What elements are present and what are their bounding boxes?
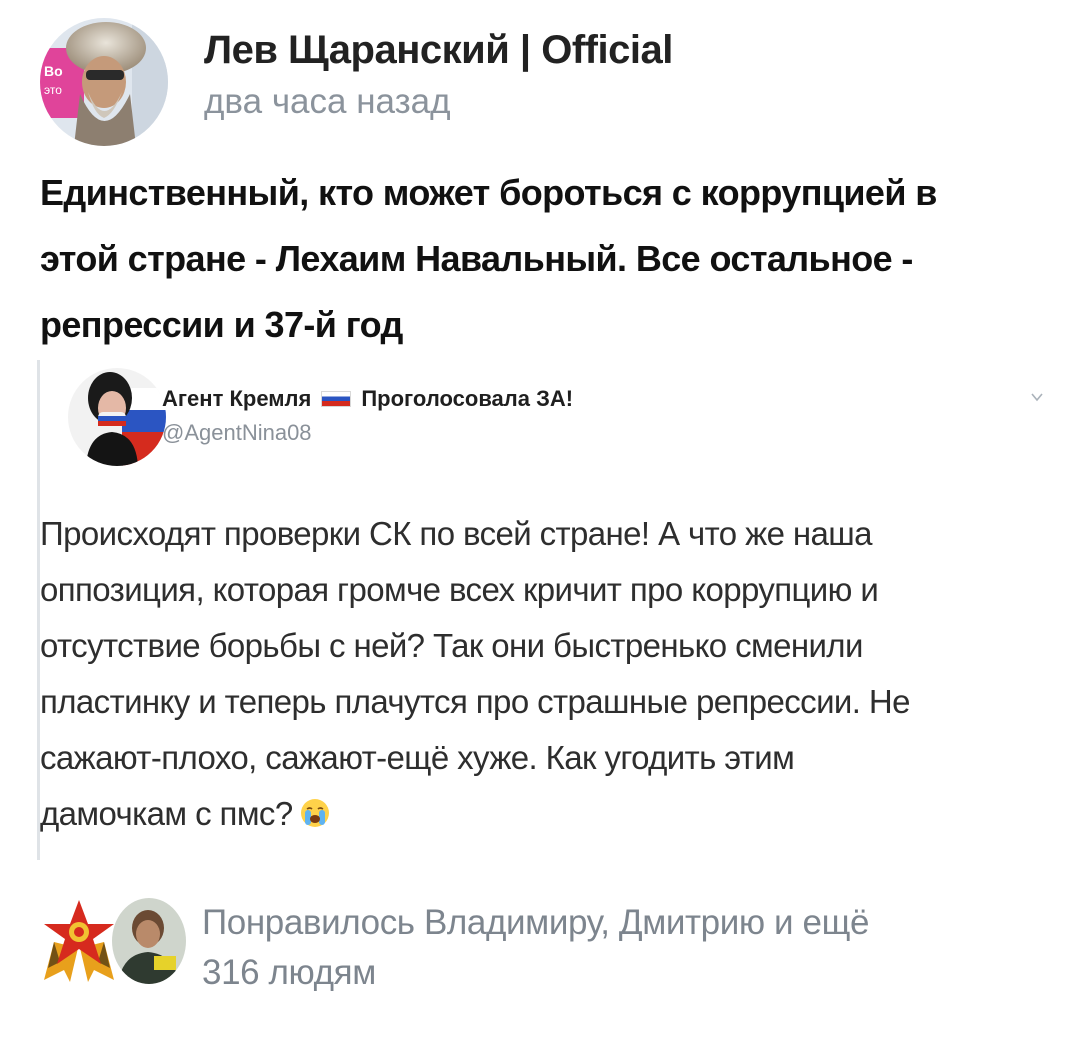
- post-text-line: репрессии и 37-й год: [40, 304, 403, 345]
- crying-face-emoji-icon: [299, 790, 331, 827]
- likes-summary-line: Понравилось Владимиру, Дмитрию и ещё: [202, 903, 870, 942]
- tweet-author-name-part1: Агент Кремля: [162, 386, 312, 411]
- tweet-text-line: оппозиция, которая громче всех кричит пр…: [40, 571, 879, 608]
- author-avatar[interactable]: Во это: [40, 18, 168, 146]
- tweet-text-line: Происходят проверки СК по всей стране! А…: [40, 515, 873, 552]
- tweet-author-avatar[interactable]: [68, 368, 166, 466]
- likes-summary-line: 316 людям: [202, 953, 376, 992]
- svg-text:это: это: [44, 83, 62, 97]
- order-star-badge-icon: [40, 898, 118, 984]
- tweet-author-handle[interactable]: @AgentNina08: [162, 420, 312, 446]
- post-header: Во это Лев Щаранский | Official два часа…: [40, 18, 1040, 146]
- post-text-line: этой стране - Лехаим Навальный. Все оста…: [40, 238, 913, 279]
- tweet-author-name[interactable]: Агент Кремля Проголосовала ЗА!: [162, 386, 573, 412]
- embedded-tweet[interactable]: Агент Кремля Проголосовала ЗА! @AgentNin…: [37, 360, 1050, 860]
- post-timestamp[interactable]: два часа назад: [204, 82, 451, 122]
- author-name[interactable]: Лев Щаранский | Official: [204, 28, 673, 73]
- likes-summary[interactable]: Понравилось Владимиру, Дмитрию и ещё 316…: [202, 898, 869, 998]
- russian-flag-icon: [321, 391, 352, 407]
- svg-text:Во: Во: [44, 63, 63, 79]
- tweet-text-line: пластинку и теперь плачутся про страшные…: [40, 683, 910, 720]
- tweet-text: Происходят проверки СК по всей стране! А…: [40, 506, 1040, 842]
- likes-row[interactable]: Понравилось Владимиру, Дмитрию и ещё 316…: [40, 898, 1040, 1008]
- post-text-line: Единственный, кто может бороться с корру…: [40, 172, 937, 213]
- tweet-text-line: сажают-плохо, сажают-ещё хуже. Как угоди…: [40, 739, 795, 776]
- post-text: Единственный, кто может бороться с корру…: [40, 160, 1040, 358]
- tweet-author-name-part2: Проголосовала ЗА!: [361, 386, 574, 411]
- chevron-down-icon[interactable]: [1030, 390, 1044, 404]
- liker-avatar[interactable]: [112, 898, 186, 984]
- tweet-text-line-last: дамочкам с пмс?: [40, 786, 1040, 842]
- tweet-text-line: отсутствие борьбы с ней? Так они быстрен…: [40, 627, 863, 664]
- tweet-text-line: дамочкам с пмс?: [40, 795, 293, 832]
